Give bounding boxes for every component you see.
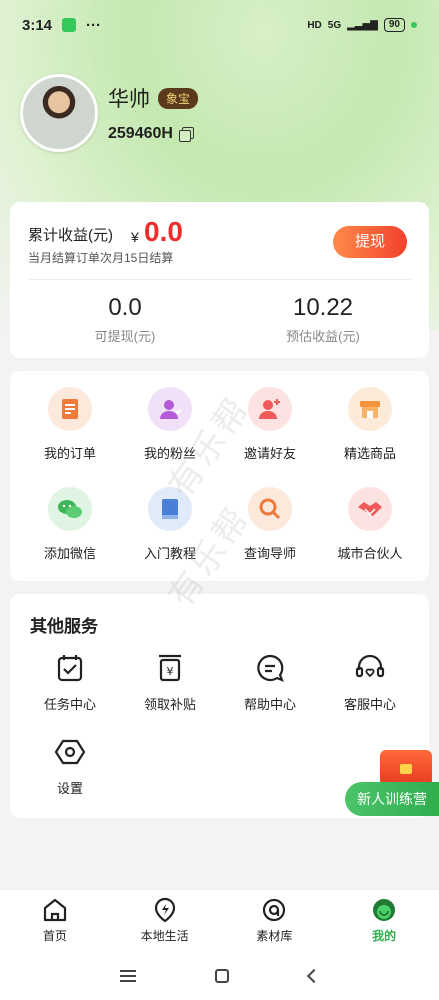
status-time: 3:14: [22, 16, 53, 34]
wechat-icon: [48, 487, 92, 531]
order-icon: [48, 387, 92, 431]
status-more-dots: ···: [86, 16, 102, 34]
trainee-camp-button[interactable]: 新人训练营: [345, 782, 439, 816]
avatar[interactable]: [20, 74, 98, 152]
earnings-amount: 0.0: [144, 216, 183, 247]
service-task-center[interactable]: 任务中心: [20, 652, 120, 713]
estimated-value: 10.22: [292, 294, 354, 321]
network-indicator: 5G: [327, 19, 342, 31]
services-title: 其他服务: [30, 617, 98, 636]
service-label: 客服中心: [343, 697, 396, 712]
service-help-center[interactable]: 帮助中心: [220, 652, 320, 713]
service-customer-service[interactable]: 客服中心: [320, 652, 420, 713]
tab-label: 首页: [42, 929, 67, 943]
service-settings[interactable]: 设置: [20, 736, 120, 797]
app-notification-icon: [62, 18, 77, 32]
tab-label: 我的: [372, 929, 397, 943]
currency-symbol: ¥: [131, 229, 139, 245]
back-icon[interactable]: [307, 968, 322, 983]
earnings-title: 累计收益(元): [28, 227, 113, 244]
recent-apps-icon[interactable]: [119, 969, 136, 982]
withdraw-button[interactable]: 提现: [333, 226, 407, 258]
menu-label: 城市合伙人: [337, 546, 403, 561]
copy-icon[interactable]: [178, 127, 194, 142]
status-bar: 3:14 ··· HD 5G ▂▃▅▇ 90: [0, 0, 439, 50]
home-nav-icon[interactable]: [215, 968, 230, 983]
svg-text:¥: ¥: [167, 665, 174, 678]
task-icon: [54, 652, 86, 684]
fans-icon: [148, 387, 192, 431]
estimated-label: 预估收益(元): [286, 329, 360, 344]
bottom-tab-bar: 首页 本地生活 素材库 我的: [0, 889, 439, 951]
material-icon: [260, 896, 288, 924]
profile-header: 华帅 象宝 259460H: [20, 74, 199, 152]
tab-local-life[interactable]: 本地生活: [110, 890, 220, 951]
menu-label: 我的订单: [43, 446, 96, 461]
local-life-icon: [151, 896, 179, 924]
menu-my-orders[interactable]: 我的订单: [20, 387, 120, 462]
divider: [28, 279, 411, 280]
menu-city-partner[interactable]: 城市合伙人: [320, 487, 420, 562]
help-icon: [254, 652, 286, 684]
withdrawable-value: 0.0: [108, 294, 142, 321]
tab-mine[interactable]: 我的: [329, 890, 439, 951]
system-nav-bar: [0, 951, 439, 1000]
menu-featured-goods[interactable]: 精选商品: [320, 387, 420, 462]
battery-icon: 90: [383, 18, 405, 32]
gift-icon[interactable]: [380, 750, 432, 786]
menu-label: 精选商品: [343, 446, 396, 461]
user-name: 华帅: [108, 88, 150, 111]
service-claim-subsidy[interactable]: ¥ 领取补贴: [120, 652, 220, 713]
status-dot-icon: [411, 22, 417, 28]
withdrawable-stat[interactable]: 0.0 可提现(元): [50, 294, 200, 345]
store-icon: [348, 387, 392, 431]
tab-label: 素材库: [256, 929, 293, 943]
estimated-stat[interactable]: 10.22 预估收益(元): [248, 294, 398, 345]
tab-material-library[interactable]: 素材库: [220, 890, 330, 951]
withdrawable-label: 可提现(元): [94, 329, 156, 344]
home-icon: [41, 896, 69, 924]
service-label: 领取补贴: [143, 697, 196, 712]
tab-home[interactable]: 首页: [0, 890, 110, 951]
menu-label: 添加微信: [43, 546, 96, 561]
earnings-card: 累计收益(元) ¥ 0.0 当月结算订单次月15日结算 提现 0.0 可提现(元…: [10, 202, 429, 358]
user-level-badge: 象宝: [158, 87, 199, 109]
service-label: 任务中心: [43, 697, 96, 712]
service-label: 设置: [56, 781, 83, 796]
hd-indicator: HD: [307, 19, 322, 31]
subsidy-icon: ¥: [154, 652, 186, 684]
menu-add-wechat[interactable]: 添加微信: [20, 487, 120, 562]
profile-icon: [370, 896, 398, 924]
settlement-note: 当月结算订单次月15日结算: [28, 251, 174, 265]
service-label: 帮助中心: [243, 697, 296, 712]
customer-service-icon: [354, 652, 386, 684]
tab-label: 本地生活: [140, 929, 189, 943]
user-id: 259460H: [108, 125, 173, 142]
settings-icon: [54, 736, 86, 768]
handshake-icon: [348, 487, 392, 531]
signal-icon: ▂▃▅▇: [347, 19, 378, 31]
